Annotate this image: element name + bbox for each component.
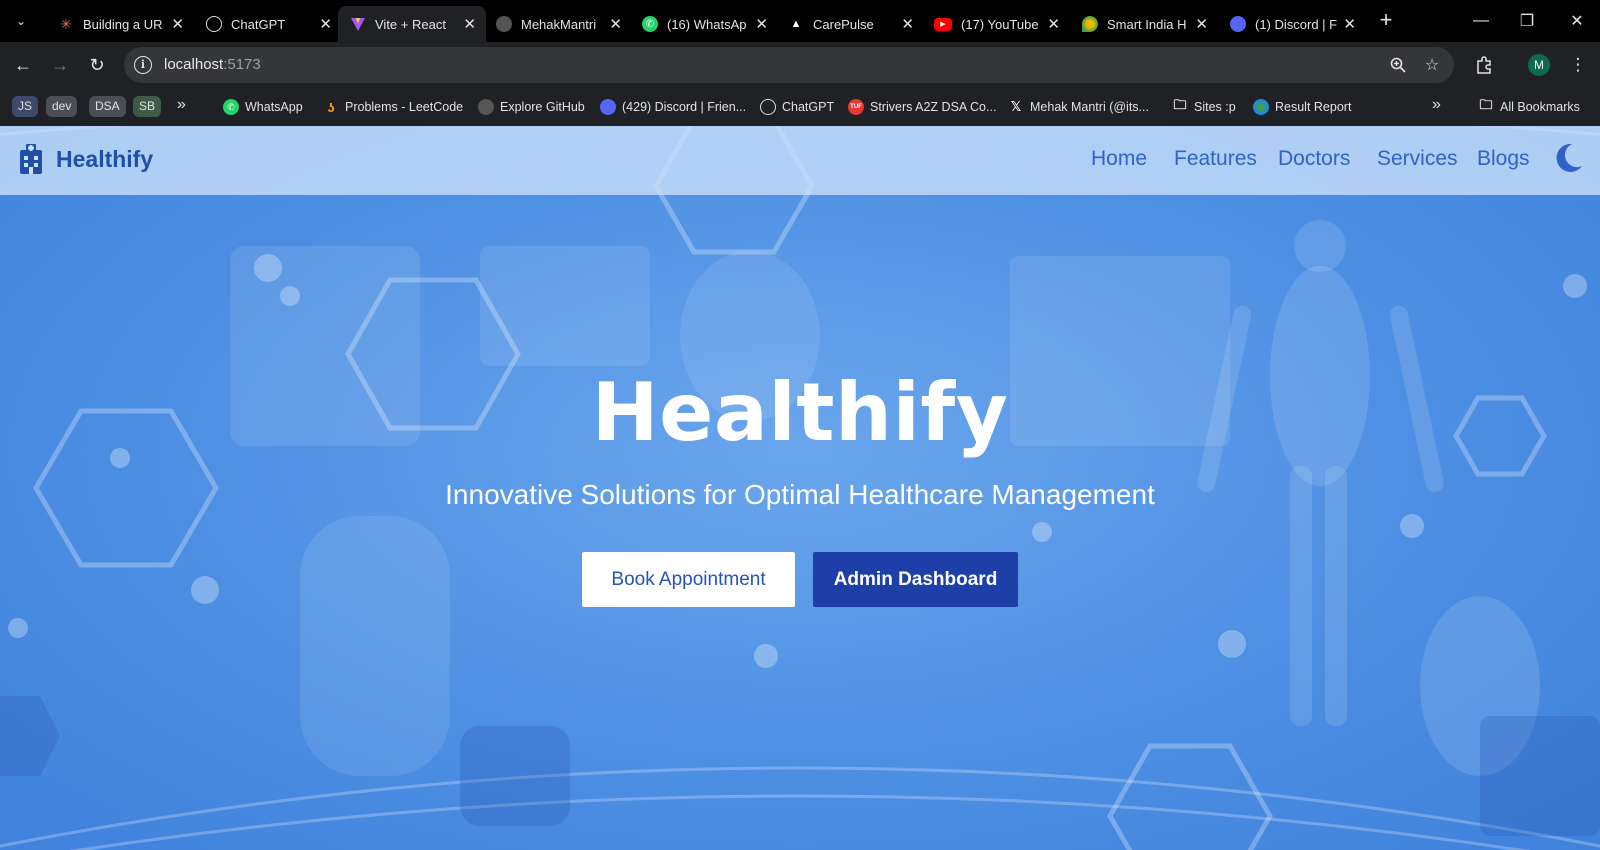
carepulse-icon: ▲ [790, 18, 802, 30]
close-icon[interactable]: ✕ [1047, 15, 1060, 33]
tab-vite-react[interactable]: Vite + React ✕ [338, 6, 486, 42]
tab-smart-india[interactable]: Smart India H ✕ [1070, 6, 1218, 42]
close-icon[interactable]: ✕ [171, 15, 184, 33]
folder-icon: 🗀 [1173, 97, 1187, 112]
result-icon [1253, 99, 1269, 115]
chevron-double-right-icon[interactable]: » [1432, 96, 1441, 114]
bookmark-sites-folder[interactable]: 🗀 Sites :p [1172, 96, 1235, 118]
chatgpt-icon [760, 99, 776, 115]
nav-home[interactable]: Home [1091, 147, 1147, 171]
brand[interactable]: Healthify [19, 144, 153, 174]
extensions-icon[interactable] [1471, 52, 1497, 78]
all-bookmarks[interactable]: 🗀 All Bookmarks [1478, 96, 1579, 118]
back-icon[interactable]: ← [9, 51, 37, 79]
close-icon[interactable]: ✕ [755, 15, 768, 33]
close-window-icon[interactable]: ✕ [1554, 0, 1600, 42]
vite-icon [350, 16, 366, 32]
bookmark-tag-js[interactable]: JS [12, 96, 39, 117]
book-appointment-button[interactable]: Book Appointment [582, 552, 795, 607]
bookmark-tag-sb[interactable]: SB [133, 96, 162, 117]
discord-icon [1230, 16, 1246, 32]
x-icon: 𝕏 [1010, 99, 1022, 114]
bookmark-discord[interactable]: (429) Discord | Frien... [600, 96, 746, 118]
chatgpt-icon [206, 16, 222, 32]
chevron-down-icon: ⌄ [15, 14, 27, 28]
tab-title: CarePulse [813, 16, 874, 32]
sih-icon [1082, 16, 1098, 32]
forward-icon[interactable]: → [46, 51, 74, 79]
menu-dots-icon[interactable]: ⋮ [1565, 52, 1591, 78]
url-text: localhost:5173 [164, 56, 261, 73]
page-viewport: Healthify Home Features Doctors Services… [0, 126, 1600, 850]
tab-title: (17) YouTube [961, 16, 1039, 32]
hero-subtitle: Innovative Solutions for Optimal Healthc… [445, 479, 1155, 510]
tab-discord[interactable]: (1) Discord | F ✕ [1218, 6, 1366, 42]
close-icon[interactable]: ✕ [901, 15, 914, 33]
minimize-icon[interactable]: — [1458, 0, 1504, 42]
tab-title: (1) Discord | F [1255, 16, 1338, 32]
bookmark-result-report[interactable]: Result Report [1253, 96, 1351, 118]
chevron-double-right-icon[interactable]: » [177, 96, 186, 114]
tab-title: ChatGPT [231, 16, 286, 32]
bookmark-x[interactable]: 𝕏 Mehak Mantri (@its... [1008, 96, 1149, 118]
leetcode-icon: ʖ [327, 99, 335, 115]
site-navbar: Healthify Home Features Doctors Services… [0, 126, 1600, 195]
nav-blogs[interactable]: Blogs [1477, 147, 1530, 171]
tab-title: (16) WhatsAp [667, 16, 747, 32]
dark-mode-moon-icon[interactable] [1553, 142, 1583, 174]
close-icon[interactable]: ✕ [463, 15, 476, 33]
discord-icon [600, 99, 616, 115]
hospital-icon [20, 144, 42, 174]
nav-services[interactable]: Services [1377, 147, 1458, 171]
bookmark-star-icon[interactable]: ☆ [1421, 54, 1443, 76]
new-tab-button[interactable]: + [1373, 8, 1399, 34]
tab-youtube[interactable]: ▶ (17) YouTube ✕ [922, 6, 1070, 42]
tab-strip: ⌄ ✳ Building a UR ✕ ChatGPT ✕ Vite + Rea… [0, 0, 1600, 42]
nav-features[interactable]: Features [1174, 147, 1257, 171]
admin-dashboard-button[interactable]: Admin Dashboard [813, 552, 1018, 607]
tuf-icon: TUF [848, 99, 864, 115]
bookmark-tag-dsa[interactable]: DSA [89, 96, 126, 117]
whatsapp-icon: ✆ [223, 99, 239, 115]
nav-doctors[interactable]: Doctors [1278, 147, 1350, 171]
hero-title: Healthify [591, 366, 1009, 459]
zoom-icon[interactable] [1387, 54, 1409, 76]
restore-icon[interactable]: ❐ [1504, 0, 1550, 42]
whatsapp-icon: ✆ [642, 16, 658, 32]
site-info-icon[interactable]: i [134, 56, 152, 74]
tab-github[interactable]: MehakMantri ✕ [484, 6, 632, 42]
close-icon[interactable]: ✕ [609, 15, 622, 33]
tab-building[interactable]: ✳ Building a UR ✕ [46, 6, 194, 42]
close-icon[interactable]: ✕ [1343, 15, 1356, 33]
bookmark-tag-dev[interactable]: dev [46, 96, 78, 117]
tab-title: Building a UR [83, 16, 163, 32]
bookmark-github[interactable]: Explore GitHub [478, 96, 585, 118]
bookmark-strivers[interactable]: TUF Strivers A2Z DSA Co... [848, 96, 996, 118]
bookmarks-bar: JS dev DSA SB » ✆ WhatsApp ʖ Problems - Le… [0, 88, 1600, 126]
address-bar[interactable]: i localhost:5173 ☆ [124, 47, 1454, 83]
tab-chatgpt[interactable]: ChatGPT ✕ [194, 6, 342, 42]
close-icon[interactable]: ✕ [1195, 15, 1208, 33]
tab-title: Vite + React [375, 16, 446, 32]
profile-avatar[interactable]: M [1528, 54, 1550, 76]
youtube-icon: ▶ [934, 17, 952, 31]
brand-name: Healthify [56, 145, 154, 172]
bookmark-leetcode[interactable]: ʖ Problems - LeetCode [323, 96, 463, 118]
bookmark-whatsapp[interactable]: ✆ WhatsApp [223, 96, 303, 118]
folder-icon: 🗀 [1479, 97, 1493, 112]
close-icon[interactable]: ✕ [319, 15, 332, 33]
github-icon [478, 99, 494, 115]
bookmark-chatgpt[interactable]: ChatGPT [760, 96, 834, 118]
tab-whatsapp[interactable]: ✆ (16) WhatsAp ✕ [630, 6, 778, 42]
tab-title: Smart India H [1107, 16, 1187, 32]
reload-icon[interactable]: ↻ [83, 51, 111, 79]
browser-toolbar: ← → ↻ i localhost:5173 ☆ M ⋮ [0, 42, 1600, 88]
tab-title: MehakMantri [521, 16, 597, 32]
tab-search-button[interactable]: ⌄ [6, 8, 36, 34]
tab-carepulse[interactable]: ▲ CarePulse ✕ [776, 6, 924, 42]
github-icon [496, 16, 512, 32]
claude-icon: ✳ [60, 15, 72, 32]
